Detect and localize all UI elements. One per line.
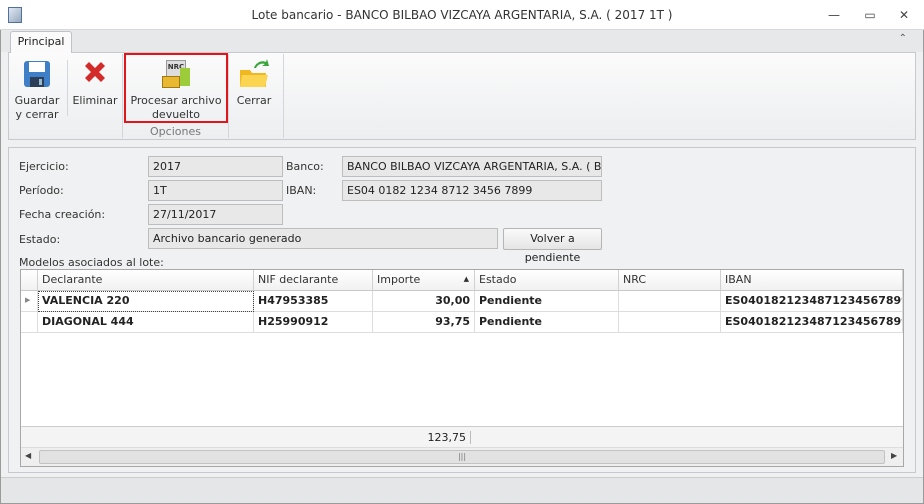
separator [67,60,68,116]
cell-iban[interactable]: ES0401821234871234567899 [721,312,903,333]
column-header-declarante[interactable]: Declarante [38,270,254,291]
periodo-field[interactable]: 1T [148,180,283,201]
separator [283,54,284,138]
volver-a-pendiente-button[interactable]: Volver a pendiente [503,228,602,264]
banco-field[interactable]: BANCO BILBAO VIZCAYA ARGENTARIA, S.A. ( … [342,156,602,177]
tab-principal[interactable]: Principal [10,31,72,53]
ribbon-tab-strip: ⌃ [1,30,923,52]
cell-nif[interactable]: H47953385 [254,291,373,312]
close-button[interactable]: Cerrar [230,56,278,108]
ejercicio-label: Ejercicio: [19,160,69,173]
highlight-box [124,53,228,123]
cell-nrc[interactable] [619,312,721,333]
close-label: Cerrar [236,94,272,107]
scroll-left-arrow-icon[interactable]: ◀ [25,451,31,460]
iban-field[interactable]: ES04 0182 1234 8712 3456 7899 [342,180,602,201]
floppy-disk-icon [24,61,50,87]
cell-importe[interactable]: 93,75 [373,312,475,333]
current-row-indicator-icon: ▶ [21,291,38,312]
cell-declarante[interactable]: VALENCIA 220 [38,291,254,312]
cell-declarante[interactable]: DIAGONAL 444 [38,312,254,333]
banco-label: Banco: [286,160,324,173]
column-header-estado[interactable]: Estado [475,270,619,291]
collapse-ribbon-icon[interactable]: ⌃ [899,33,907,44]
grid-footer: 123,75 [21,426,903,447]
row-indicator-header [21,270,38,291]
delete-button[interactable]: Eliminar [72,56,118,108]
cell-estado[interactable]: Pendiente [475,291,619,312]
delete-label: Eliminar [72,94,118,107]
fecha-creacion-field[interactable]: 27/11/2017 [148,204,283,225]
cell-importe[interactable]: 30,00 [373,291,475,312]
estado-label: Estado: [19,233,61,246]
cell-iban[interactable]: ES0401821234871234567899 [721,291,903,312]
iban-label: IBAN: [286,184,317,197]
scrollbar-thumb[interactable]: ||| [39,450,885,464]
fecha-creacion-label: Fecha creación: [19,208,106,221]
cell-nif[interactable]: H25990912 [254,312,373,333]
cell-nrc[interactable] [619,291,721,312]
ejercicio-field[interactable]: 2017 [148,156,283,177]
restore-button[interactable]: ▭ [858,6,882,24]
title-bar: Lote bancario - BANCO BILBAO VIZCAYA ARG… [0,0,924,30]
status-bar [1,477,923,503]
save-label: Guardar y cerrar [14,94,60,121]
total-importe: 123,75 [373,431,471,444]
save-and-close-button[interactable]: Guardar y cerrar [12,56,62,122]
folder-arrow-icon [240,59,269,87]
column-header-nrc[interactable]: NRC [619,270,721,291]
row-indicator [21,312,38,333]
sort-ascending-icon: ▲ [463,275,469,283]
red-x-icon [85,62,105,82]
column-header-iban[interactable]: IBAN [721,270,903,291]
minimize-button[interactable]: — [822,6,846,24]
window-title: Lote bancario - BANCO BILBAO VIZCAYA ARG… [251,8,673,22]
column-header-importe[interactable]: Importe ▲ [373,270,475,291]
scroll-right-arrow-icon[interactable]: ▶ [891,451,897,460]
periodo-label: Período: [19,184,64,197]
close-window-button[interactable]: ✕ [892,6,916,24]
modelos-label: Modelos asociados al lote: [19,256,164,269]
estado-field[interactable]: Archivo bancario generado [148,228,498,249]
cell-estado[interactable]: Pendiente [475,312,619,333]
separator [228,54,229,138]
column-header-nif[interactable]: NIF declarante [254,270,373,291]
importe-header-label: Importe [377,273,421,286]
modelos-grid: Declarante NIF declarante Importe ▲ Estad… [20,269,904,467]
horizontal-scrollbar[interactable]: ◀ ||| ▶ [21,447,903,466]
group-label-opciones: Opciones [150,125,201,138]
